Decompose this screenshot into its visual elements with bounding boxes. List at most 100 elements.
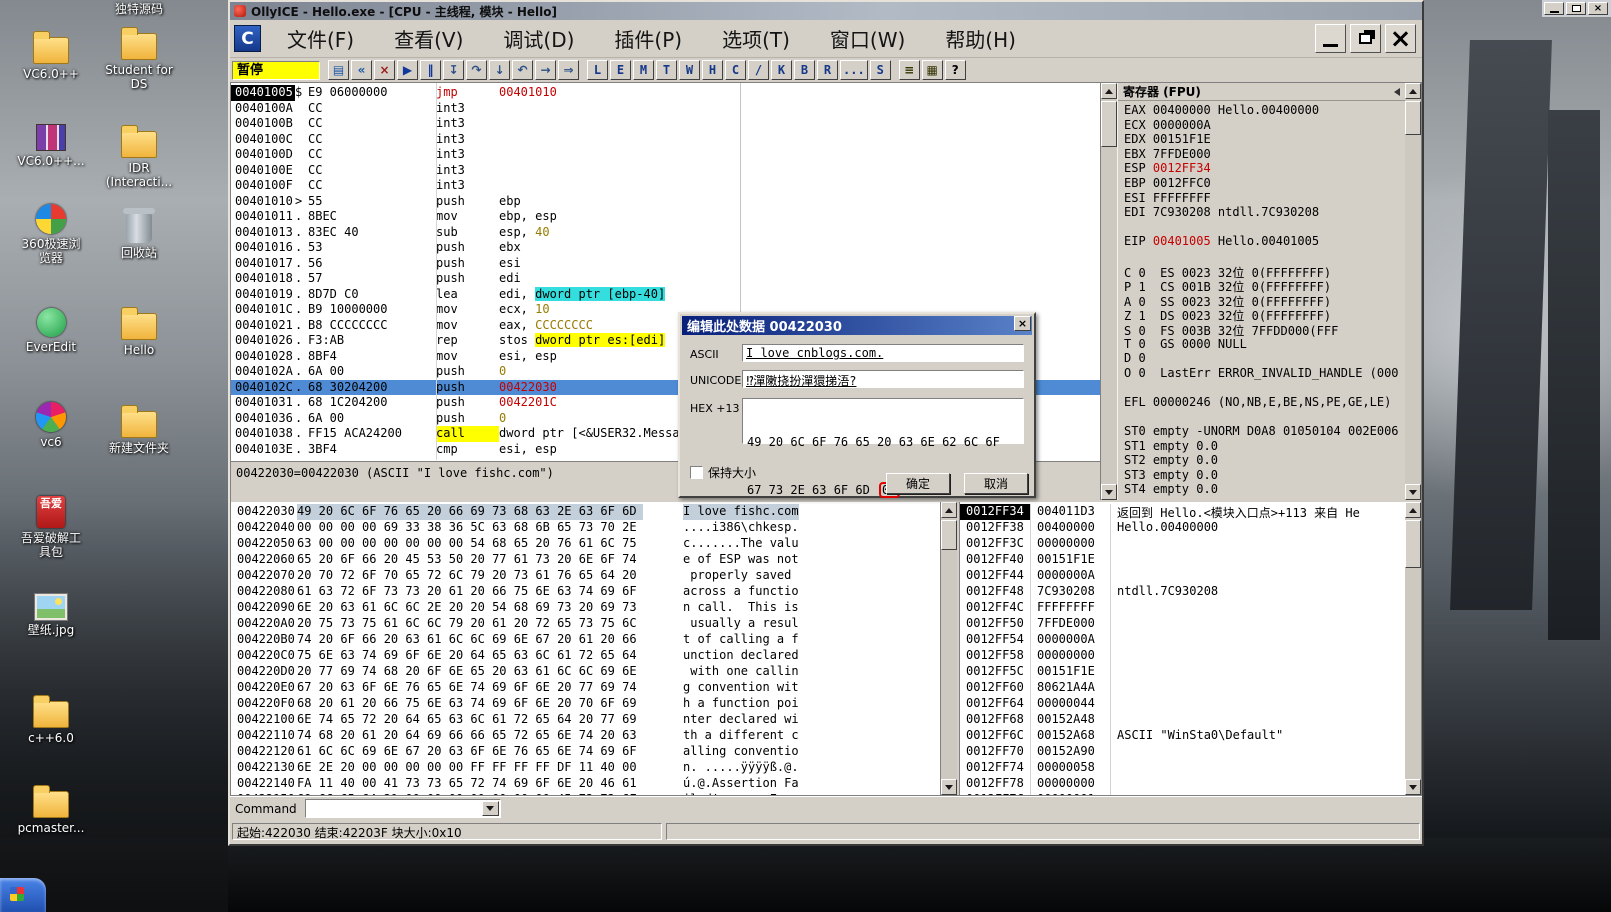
dump-row[interactable]: 004220C075 6E 63 74 69 6F 6E 20 64 65 63… xyxy=(231,648,940,664)
close-program-button[interactable]: × xyxy=(374,60,395,80)
register-row[interactable] xyxy=(1118,220,1405,235)
ascii-input[interactable]: I love cnblogs.com. xyxy=(742,344,1024,362)
column-divider[interactable] xyxy=(436,83,437,460)
open-file-button[interactable]: ▤ xyxy=(328,60,349,80)
register-row[interactable] xyxy=(1118,409,1405,424)
register-row[interactable]: ST4 empty 0.0 xyxy=(1118,482,1405,497)
call-stack-button[interactable]: K xyxy=(771,60,792,80)
windows-button[interactable]: W xyxy=(679,60,700,80)
register-row[interactable]: EBX 7FFDE000 xyxy=(1118,147,1405,162)
windows-list-button[interactable]: ▦ xyxy=(922,60,943,80)
register-row[interactable]: ST0 empty -UNORM D0A8 01050104 002E006 xyxy=(1118,424,1405,439)
step-over-button[interactable]: ↷ xyxy=(466,60,487,80)
register-row[interactable]: EAX 00400000 Hello.00400000 xyxy=(1118,103,1405,118)
dump-row[interactable]: 0042206065 20 6F 66 20 45 53 50 20 77 61… xyxy=(231,552,940,568)
disasm-row[interactable]: 00401010>55pushebp xyxy=(231,194,1100,210)
cpu-button[interactable]: C xyxy=(725,60,746,80)
breakpoints-button[interactable]: B xyxy=(794,60,815,80)
register-row[interactable]: ESI FFFFFFFF xyxy=(1118,191,1405,206)
disassembly-scrollbar[interactable] xyxy=(1101,83,1117,500)
register-row[interactable]: ECX 0000000A xyxy=(1118,118,1405,133)
register-row[interactable]: C 0 ES 0023 32位 0(FFFFFFFF) xyxy=(1118,264,1405,279)
registers-pane[interactable]: 寄存器 (FPU) EAX 00400000 Hello.00400000ECX… xyxy=(1117,83,1405,500)
command-input[interactable] xyxy=(305,799,501,818)
keep-size-checkbox[interactable] xyxy=(690,466,703,479)
restart-button[interactable]: « xyxy=(351,60,372,80)
stack-row[interactable]: 0012FF7000152A90 xyxy=(960,744,1405,760)
execute-till-return-button[interactable]: → xyxy=(535,60,556,80)
disasm-row[interactable]: 00401013.83EC 40subesp, 40 xyxy=(231,225,1100,241)
desktop-icon-hello-folder[interactable]: Hello xyxy=(96,306,182,357)
menu-window[interactable]: 窗口(W) xyxy=(810,24,925,53)
scroll-up-button[interactable] xyxy=(1405,502,1421,518)
desktop-icon-vc6-folder[interactable]: VC6.0++ xyxy=(8,30,94,81)
stack-row[interactable]: 0012FF6400000044 xyxy=(960,696,1405,712)
stack-row[interactable]: 0012FF507FFDE000 xyxy=(960,616,1405,632)
stack-row[interactable]: 0012FF5800000000 xyxy=(960,648,1405,664)
title-bar[interactable]: OllyICE - Hello.exe - [CPU - 主线程, 模块 - H… xyxy=(230,2,1422,20)
menu-file[interactable]: 文件(F) xyxy=(267,24,374,53)
scroll-down-button[interactable] xyxy=(941,779,957,795)
desktop-icon-wallpaper-jpg[interactable]: 壁纸.jpg xyxy=(8,594,94,637)
menu-plugins[interactable]: 插件(P) xyxy=(594,24,702,53)
unicode-input[interactable]: ⁉潬敶挠扮潬獧挮浯? xyxy=(742,370,1024,388)
animate-into-button[interactable]: ↓ xyxy=(489,60,510,80)
run-trace-button[interactable]: ... xyxy=(840,60,868,80)
stack-row[interactable]: 0012FF7C00000001 xyxy=(960,792,1405,795)
stack-row[interactable]: 0012FF3C00000000 xyxy=(960,536,1405,552)
register-row[interactable]: P 1 CS 001B 32位 0(FFFFFFFF) xyxy=(1118,278,1405,293)
threads-button[interactable]: T xyxy=(656,60,677,80)
options-button[interactable]: ≡ xyxy=(899,60,920,80)
stack-row[interactable]: 0012FF6080621A4A xyxy=(960,680,1405,696)
desktop-icon-browser-360[interactable]: 360极速浏 览器 xyxy=(8,204,94,265)
animate-over-button[interactable]: ↶ xyxy=(512,60,533,80)
dump-row[interactable]: 0042205063 00 00 00 00 00 00 00 54 68 65… xyxy=(231,536,940,552)
dump-row[interactable]: 004220E067 20 63 6F 6E 76 65 6E 74 69 6F… xyxy=(231,680,940,696)
pause-button[interactable]: ‖ xyxy=(420,60,441,80)
run-button[interactable]: ▶ xyxy=(397,60,418,80)
dump-row[interactable]: 004220F068 20 61 20 66 75 6E 63 74 69 6F… xyxy=(231,696,940,712)
disasm-row[interactable]: 00401018.57pushedi xyxy=(231,271,1100,287)
disasm-row[interactable]: 0040100BCCint3 xyxy=(231,116,1100,132)
menu-debug[interactable]: 调试(D) xyxy=(483,24,594,53)
background-close-button[interactable]: × xyxy=(1588,2,1608,15)
desktop-icon-new-folder[interactable]: 新建文件夹 xyxy=(96,404,182,455)
memory-button[interactable]: M xyxy=(633,60,654,80)
register-row[interactable] xyxy=(1118,380,1405,395)
stack-row[interactable]: 0012FF6C00152A68ASCII "WinSta0\Default" xyxy=(960,728,1405,744)
ok-button[interactable]: 确定 xyxy=(886,473,950,494)
dump-row[interactable]: 004220D020 77 69 74 68 20 6F 6E 65 20 63… xyxy=(231,664,940,680)
register-row[interactable]: D 0 xyxy=(1118,351,1405,366)
disasm-row[interactable]: 0040100FCCint3 xyxy=(231,178,1100,194)
register-row[interactable]: ST2 empty 0.0 xyxy=(1118,453,1405,468)
stack-row[interactable]: 0012FF34004011D3返回到 Hello.<模块入口点>+113 来自… xyxy=(960,504,1405,520)
mdi-close-button[interactable]: × xyxy=(1385,24,1416,53)
executables-button[interactable]: E xyxy=(610,60,631,80)
taskbar-start-fragment[interactable] xyxy=(0,878,46,912)
desktop-icon-everedit[interactable]: EverEdit xyxy=(8,308,94,354)
stack-row[interactable]: 0012FF6800152A48 xyxy=(960,712,1405,728)
dropdown-button[interactable] xyxy=(482,801,499,816)
dump-row[interactable]: 0042211074 68 20 61 20 64 69 66 66 65 72… xyxy=(231,728,940,744)
stack-row[interactable]: 0012FF4000151F1E xyxy=(960,552,1405,568)
scroll-down-button[interactable] xyxy=(1101,484,1117,500)
disasm-row[interactable]: 00401016.53pushebx xyxy=(231,240,1100,256)
cpu-window-icon[interactable]: C xyxy=(234,25,261,52)
cancel-button[interactable]: 取消 xyxy=(964,473,1028,494)
register-row[interactable]: EFL 00000246 (NO,NB,E,BE,NS,PE,GE,LE) xyxy=(1118,395,1405,410)
references-button[interactable]: R xyxy=(817,60,838,80)
dump-scrollbar[interactable] xyxy=(941,502,957,795)
disasm-row[interactable]: 0040100ACCint3 xyxy=(231,101,1100,117)
desktop-icon-vc6[interactable]: vc6 xyxy=(8,402,94,449)
stack-row[interactable]: 0012FF7400000058 xyxy=(960,760,1405,776)
disasm-row[interactable]: 0040100ECCint3 xyxy=(231,163,1100,179)
stack-row[interactable]: 0012FF7800000000 xyxy=(960,776,1405,792)
background-maximize-button[interactable] xyxy=(1566,2,1586,15)
patches-button[interactable]: / xyxy=(748,60,769,80)
step-into-button[interactable]: ↧ xyxy=(443,60,464,80)
menu-options[interactable]: 选项(T) xyxy=(702,24,810,53)
stack-row[interactable]: 0012FF3800400000Hello.00400000 xyxy=(960,520,1405,536)
menu-view[interactable]: 查看(V) xyxy=(374,24,483,53)
dump-row[interactable]: 004221306E 2E 20 00 00 00 00 00 FF FF FF… xyxy=(231,760,940,776)
stack-pane[interactable]: 0012FF34004011D3返回到 Hello.<模块入口点>+113 来自… xyxy=(959,502,1405,795)
